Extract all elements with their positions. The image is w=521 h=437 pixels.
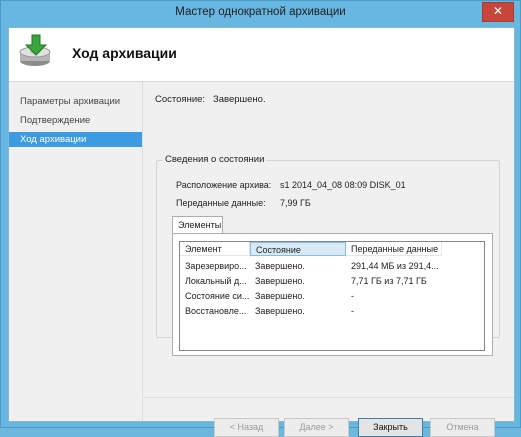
- table-cell-item: Восстановле...: [185, 306, 247, 316]
- table-cell-item: Зарезервиро...: [185, 261, 247, 271]
- transferred-data-value: 7,99 ГБ: [280, 198, 311, 208]
- archive-location-label: Расположение архива:: [176, 180, 272, 190]
- table-cell-item: Локальный д...: [185, 276, 247, 286]
- table-cell-transferred: -: [351, 306, 354, 316]
- table-cell-transferred: -: [351, 291, 354, 301]
- nav-item-backup-progress[interactable]: Ход архивации: [9, 132, 142, 147]
- footer-divider: [143, 397, 514, 398]
- table-cell-transferred: 7,71 ГБ из 7,71 ГБ: [351, 276, 427, 286]
- table-cell-status: Завершено.: [255, 261, 305, 271]
- window-title: Мастер однократной архивации: [175, 6, 346, 18]
- nav-item-confirmation[interactable]: Подтверждение: [9, 113, 142, 128]
- wizard-window: Мастер однократной архивации ✕ Ход архив…: [0, 0, 521, 437]
- column-header-transferred[interactable]: Переданные данные: [346, 242, 442, 256]
- table-cell-status: Завершено.: [255, 291, 305, 301]
- tab-items[interactable]: Элементы: [172, 216, 223, 233]
- table-row[interactable]: Состояние си... Завершено. -: [180, 289, 484, 304]
- table-row[interactable]: Локальный д... Завершено. 7,71 ГБ из 7,7…: [180, 274, 484, 289]
- status-value: Завершено.: [213, 94, 266, 105]
- nav-item-backup-options[interactable]: Параметры архивации: [9, 94, 142, 109]
- status-details-group: Сведения о состоянии Расположение архива…: [156, 154, 500, 356]
- wizard-content: Состояние: Завершено. Сведения о состоян…: [143, 82, 514, 437]
- table-cell-status: Завершено.: [255, 276, 305, 286]
- items-list[interactable]: Элемент Состояние Переданные данные Заре…: [179, 241, 485, 351]
- table-row[interactable]: Восстановле... Завершено. -: [180, 304, 484, 319]
- table-cell-transferred: 291,44 МБ из 291,4...: [351, 261, 439, 271]
- archive-location-value: s1 2014_04_08 08:09 DISK_01: [280, 180, 406, 190]
- table-row[interactable]: Зарезервиро... Завершено. 291,44 МБ из 2…: [180, 259, 484, 274]
- items-tab-panel: Элемент Состояние Переданные данные Заре…: [172, 233, 493, 356]
- wizard-steps-nav: Параметры архивации Подтверждение Ход ар…: [9, 82, 143, 421]
- wizard-client: Ход архивации Параметры архивации Подтве…: [8, 27, 515, 437]
- close-window-button[interactable]: ✕: [482, 2, 514, 22]
- table-cell-status: Завершено.: [255, 306, 305, 316]
- column-header-status[interactable]: Состояние: [250, 242, 346, 256]
- status-details-title: Сведения о состоянии: [163, 154, 267, 165]
- transferred-data-label: Переданные данные:: [176, 198, 266, 208]
- table-cell-item: Состояние си...: [185, 291, 250, 301]
- page-title: Ход архивации: [72, 45, 177, 61]
- title-bar[interactable]: Мастер однократной архивации ✕: [1, 1, 520, 27]
- wizard-header: Ход архивации: [9, 28, 514, 82]
- column-header-item[interactable]: Элемент: [180, 242, 250, 256]
- status-label: Состояние:: [155, 94, 206, 105]
- backup-drive-arrow-icon: [19, 34, 51, 66]
